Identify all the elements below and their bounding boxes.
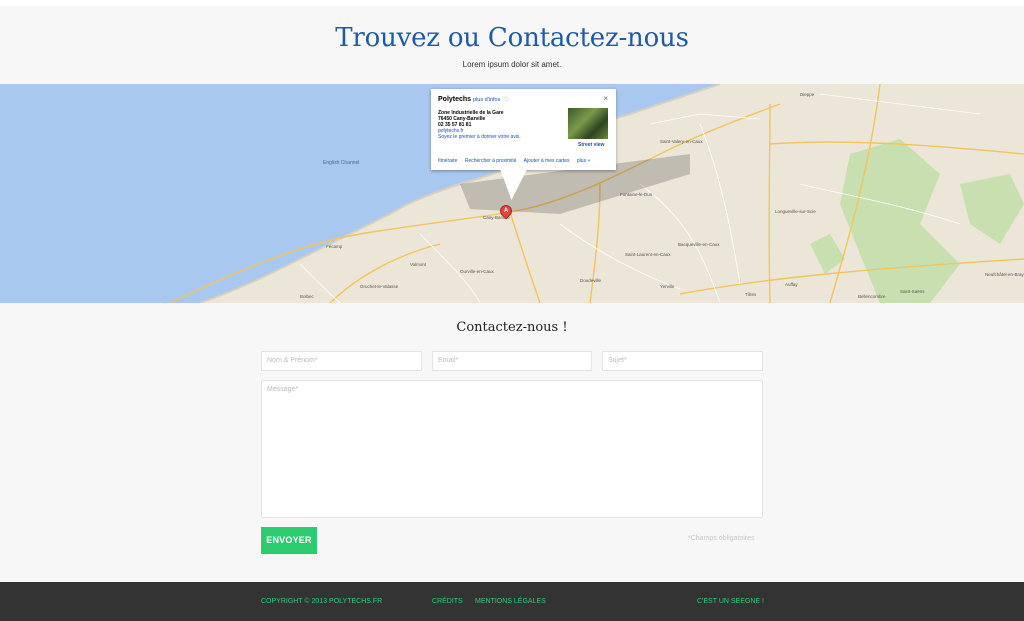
directions-link[interactable]: Itinéraire — [438, 158, 457, 164]
map-label-town: Yerville — [660, 284, 675, 289]
page-header: Trouvez ou Contactez-nous Lorem ipsum do… — [0, 6, 1024, 84]
send-button[interactable]: ENVOYER — [261, 527, 317, 554]
map-label-town: Bolbec — [300, 294, 314, 299]
page-subtitle: Lorem ipsum dolor sit amet. — [462, 60, 562, 69]
map-label-town: Longueville-sur-Scie — [775, 209, 816, 214]
map-label-town: Tôtes — [745, 292, 757, 297]
map-label-town: Saint-Valery-en-Caux — [660, 139, 703, 144]
contact-title: Contactez-nous ! — [456, 320, 568, 335]
seegne-link[interactable]: C'EST UN SEEGNE ! — [697, 598, 764, 605]
place-name: Polytechs — [438, 96, 472, 103]
map-label-town: Bacqueville-en-Caux — [678, 242, 720, 247]
credits-link[interactable]: CRÉDITS — [432, 598, 463, 605]
info-window-actions: Itinéraire Rechercher à proximité Ajoute… — [438, 158, 596, 164]
close-icon[interactable]: × — [603, 94, 608, 103]
map-label-town: Neufchâtel-en-Bray — [985, 272, 1024, 277]
map-label-town: Dieppe — [800, 92, 815, 97]
copyright-link[interactable]: COPYRIGHT © 2013 POLYTECHS.FR — [261, 598, 382, 605]
marker-letter: A — [503, 208, 509, 214]
map-label-town: Doudeville — [580, 278, 602, 283]
google-map[interactable]: English Channel Fécamp Cany-Barville Dou… — [0, 84, 1024, 303]
search-nearby-link[interactable]: Rechercher à proximité — [465, 158, 517, 164]
message-textarea[interactable]: Message* — [261, 380, 763, 518]
review-link[interactable]: Soyez le premier à donner votre avis. — [438, 134, 521, 140]
map-label-town: Auffay — [785, 282, 798, 287]
map-label-town: Bellencombre — [858, 294, 886, 299]
map-label-town: Fécamp — [326, 244, 343, 249]
place-address: Zone Industrielle de la Gare 76450 Cany-… — [438, 110, 521, 140]
map-label-town: Valmont — [410, 262, 427, 267]
page-title: Trouvez ou Contactez-nous — [335, 23, 689, 53]
more-info-link[interactable]: plus d'infos — [473, 97, 500, 103]
email-field[interactable]: Email* — [432, 351, 592, 371]
map-label-town: Fontaine-le-Dun — [620, 192, 653, 197]
add-to-maps-link[interactable]: Ajouter à mes cartes — [524, 158, 570, 164]
map-label-town: Saint-Saëns — [900, 289, 925, 294]
star-icon[interactable]: ☆ — [503, 95, 509, 103]
street-view-link[interactable]: Street view — [578, 142, 604, 148]
street-view-thumbnail[interactable] — [568, 108, 608, 139]
map-label-town: Ourville-en-Caux — [460, 269, 494, 274]
more-link[interactable]: plus » — [577, 158, 590, 164]
map-info-window: Polytechs plus d'infos ☆ × Zone Industri… — [431, 89, 616, 170]
name-field[interactable]: Nom & Prénom* — [261, 351, 422, 371]
map-label-town: Gruchet-le-Valasse — [360, 284, 399, 289]
subject-field[interactable]: Sujet* — [602, 351, 763, 371]
footer: COPYRIGHT © 2013 POLYTECHS.FR CRÉDITS ME… — [0, 582, 1024, 621]
required-fields-note: *Champs obligatoires — [688, 535, 755, 542]
map-label-sea: English Channel — [323, 160, 360, 166]
map-label-town: Saint-Laurent-en-Caux — [625, 252, 671, 257]
legal-notice-link[interactable]: MENTIONS LÉGALES — [475, 598, 546, 605]
